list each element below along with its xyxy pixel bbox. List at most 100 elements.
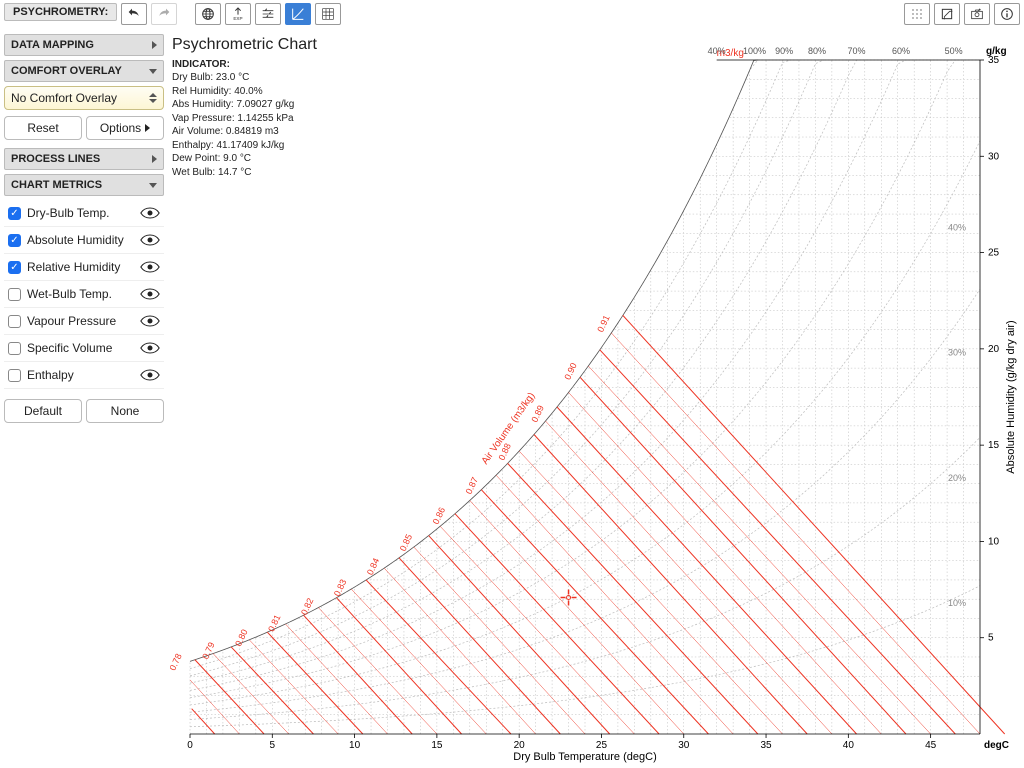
svg-text:0.83: 0.83 (332, 578, 348, 598)
grid-button[interactable] (315, 3, 341, 25)
metric-row: Enthalpy (4, 362, 164, 389)
panel-process-lines[interactable]: PROCESS LINES (4, 148, 164, 170)
settings-button[interactable] (255, 3, 281, 25)
info-button[interactable] (994, 3, 1020, 25)
svg-text:0.87: 0.87 (464, 476, 480, 496)
svg-text:35: 35 (760, 740, 772, 751)
svg-text:0.80: 0.80 (233, 628, 249, 648)
chevron-down-icon (149, 69, 157, 74)
top-toolbar: PSYCHROMETRY: EXP (0, 0, 1024, 24)
svg-text:EXP: EXP (234, 16, 243, 21)
stepper-icon (149, 93, 157, 103)
metric-checkbox[interactable] (8, 342, 21, 355)
svg-text:60%: 60% (892, 46, 910, 56)
metric-checkbox[interactable] (8, 288, 21, 301)
metric-checkbox[interactable]: ✓ (8, 207, 21, 220)
metric-label: Wet-Bulb Temp. (27, 287, 112, 301)
metric-label: Absolute Humidity (27, 233, 124, 247)
visibility-toggle[interactable] (140, 260, 160, 274)
svg-text:Absolute Humidity (g/kg dry ai: Absolute Humidity (g/kg dry air) (1005, 320, 1017, 473)
svg-text:40%: 40% (708, 46, 726, 56)
none-button[interactable]: None (86, 399, 164, 423)
svg-text:degC: degC (984, 740, 1009, 751)
psychro-icon (290, 6, 306, 22)
svg-text:40%: 40% (948, 223, 966, 233)
visibility-toggle[interactable] (140, 368, 160, 382)
dots-view-button[interactable] (904, 3, 930, 25)
chevron-right-icon (152, 41, 157, 49)
options-button[interactable]: Options (86, 116, 164, 140)
metric-label: Specific Volume (27, 341, 112, 355)
box-view-button[interactable] (934, 3, 960, 25)
svg-text:0.84: 0.84 (365, 556, 381, 576)
undo-button[interactable] (121, 3, 147, 25)
metric-checkbox[interactable]: ✓ (8, 234, 21, 247)
metric-checkbox[interactable] (8, 315, 21, 328)
metric-row: ✓ Absolute Humidity (4, 227, 164, 254)
sliders-icon (260, 6, 276, 22)
svg-text:50%: 50% (945, 46, 963, 56)
eye-icon (140, 314, 160, 328)
psychro-chart-button[interactable] (285, 3, 311, 25)
visibility-toggle[interactable] (140, 314, 160, 328)
svg-text:25: 25 (596, 740, 608, 751)
undo-icon (126, 6, 142, 22)
svg-text:0.81: 0.81 (266, 613, 282, 633)
metric-row: Wet-Bulb Temp. (4, 281, 164, 308)
panel-data-mapping[interactable]: DATA MAPPING (4, 34, 164, 56)
export-button[interactable]: EXP (225, 3, 251, 25)
visibility-toggle[interactable] (140, 233, 160, 247)
metric-row: Vapour Pressure (4, 308, 164, 335)
svg-text:0.89: 0.89 (529, 404, 545, 424)
svg-text:0.85: 0.85 (398, 533, 414, 553)
eye-icon (140, 233, 160, 247)
svg-text:0.91: 0.91 (595, 314, 611, 334)
metric-row: ✓ Dry-Bulb Temp. (4, 200, 164, 227)
panel-chart-metrics[interactable]: CHART METRICS (4, 174, 164, 196)
metric-label: Dry-Bulb Temp. (27, 206, 109, 220)
eye-icon (140, 260, 160, 274)
metric-row: Specific Volume (4, 335, 164, 362)
svg-text:100%: 100% (743, 46, 766, 56)
psychrometric-chart[interactable]: 0.780.790.800.810.820.830.840.850.860.87… (170, 30, 1020, 764)
export-icon: EXP (230, 6, 246, 22)
svg-text:70%: 70% (848, 46, 866, 56)
info-icon (999, 6, 1015, 22)
svg-text:0.78: 0.78 (170, 652, 184, 672)
globe-button[interactable] (195, 3, 221, 25)
redo-button[interactable] (151, 3, 177, 25)
select-value: No Comfort Overlay (11, 91, 117, 105)
visibility-toggle[interactable] (140, 206, 160, 220)
panel-label: CHART METRICS (11, 179, 102, 191)
metric-checkbox[interactable] (8, 369, 21, 382)
metric-label: Enthalpy (27, 368, 74, 382)
visibility-toggle[interactable] (140, 287, 160, 301)
screenshot-button[interactable] (964, 3, 990, 25)
svg-text:45: 45 (925, 740, 937, 751)
svg-text:25: 25 (988, 248, 1000, 259)
svg-text:Dry Bulb Temperature (degC): Dry Bulb Temperature (degC) (513, 751, 656, 763)
svg-text:0.79: 0.79 (200, 641, 216, 661)
visibility-toggle[interactable] (140, 341, 160, 355)
triangle-right-icon (145, 124, 150, 132)
svg-text:80%: 80% (808, 46, 826, 56)
eye-icon (140, 287, 160, 301)
default-button[interactable]: Default (4, 399, 82, 423)
panel-comfort-overlay[interactable]: COMFORT OVERLAY (4, 60, 164, 82)
metric-checkbox[interactable]: ✓ (8, 261, 21, 274)
comfort-overlay-select[interactable]: No Comfort Overlay (4, 86, 164, 110)
mode-label: PSYCHROMETRY: (4, 3, 117, 21)
metric-row: ✓ Relative Humidity (4, 254, 164, 281)
svg-text:20: 20 (514, 740, 526, 751)
metric-label: Vapour Pressure (27, 314, 116, 328)
redo-icon (156, 6, 172, 22)
svg-text:15: 15 (431, 740, 443, 751)
panel-label: COMFORT OVERLAY (11, 65, 122, 77)
svg-text:15: 15 (988, 440, 1000, 451)
camera-icon (969, 6, 985, 22)
dots-icon (909, 6, 925, 22)
svg-text:5: 5 (270, 740, 276, 751)
svg-text:0.82: 0.82 (299, 596, 315, 616)
sidebar: DATA MAPPING COMFORT OVERLAY No Comfort … (4, 30, 164, 423)
reset-button[interactable]: Reset (4, 116, 82, 140)
